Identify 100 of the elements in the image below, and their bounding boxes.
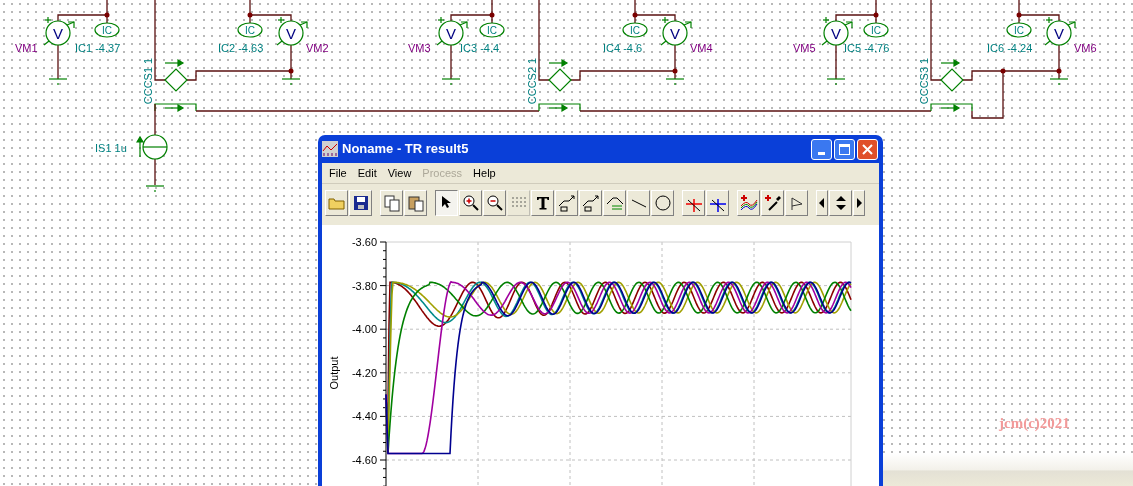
sense-branch (538, 103, 581, 112)
arrow-mark (940, 103, 961, 113)
ammeter-letters: IC (102, 25, 112, 36)
ammeter-label: IC4 -4.6 (603, 42, 643, 54)
meter-label: VM5 (793, 42, 816, 54)
paste-icon (406, 193, 425, 212)
voltmeter-symbol (660, 16, 692, 46)
menu-item[interactable]: File (324, 164, 352, 182)
zoom-in-icon (461, 193, 480, 212)
copy-icon (382, 193, 401, 212)
minimize-icon (818, 151, 825, 155)
ammeter-letters: IC (245, 25, 255, 36)
ammeter-symbol (237, 22, 263, 38)
ground-symbol (145, 185, 165, 193)
maximize-button[interactable] (834, 138, 855, 160)
ammeter-symbol (94, 22, 120, 38)
ammeter-letters: IC (1014, 25, 1024, 36)
y-tick-label: -4.00 (351, 323, 377, 336)
y-tick-label: -4.20 (351, 366, 377, 379)
arrow-mark (940, 58, 961, 68)
y-tick-label: -4.40 (351, 410, 377, 423)
add-curves-icon (739, 193, 758, 212)
junction-dot (104, 12, 110, 18)
app-icon (322, 141, 338, 157)
arrow-mark (548, 103, 569, 113)
meter-label: VM4 (690, 42, 713, 54)
ammeter-symbol (1006, 22, 1032, 38)
current-source-symbol (164, 68, 188, 92)
source-label: CCCS3 1 (918, 57, 930, 105)
arrow-mark (164, 103, 185, 113)
meter-label: VM1 (15, 42, 38, 54)
current-source-symbol (940, 68, 964, 92)
arrow-mark (548, 58, 569, 68)
voltmeter-letter: V (670, 25, 680, 42)
y-tick-label: -3.80 (351, 279, 377, 292)
ground-symbol (1049, 78, 1069, 86)
junction-dot (288, 68, 294, 74)
ground-symbol (441, 78, 461, 86)
ammeter-letters: IC (630, 25, 640, 36)
circle-icon (653, 193, 672, 212)
toolbar-button[interactable] (435, 189, 458, 216)
ammeter-label: IC1 -4.37 (75, 42, 121, 54)
current-source-symbol (548, 68, 572, 92)
arrow-mark (164, 58, 185, 68)
junction-dot (489, 12, 495, 18)
voltmeter-letter: V (53, 25, 63, 42)
junction-dot (1056, 68, 1062, 74)
ground-symbol (48, 78, 68, 86)
zoom-out-icon (485, 193, 504, 212)
sense-branch (930, 103, 973, 112)
ground-symbol (826, 78, 846, 86)
meter-label: VM2 (306, 42, 329, 54)
ammeter-symbol (622, 22, 648, 38)
junction-dot (672, 68, 678, 74)
voltmeter-letter: V (1054, 25, 1064, 42)
close-button[interactable] (857, 138, 878, 160)
voltmeter-letter: V (446, 25, 456, 42)
voltmeter-symbol (1044, 16, 1076, 46)
menu-item[interactable]: Edit (352, 164, 382, 182)
junction-dot (632, 12, 638, 18)
close-icon (862, 143, 873, 155)
current-source-symbol (142, 134, 168, 160)
minimize-button[interactable] (811, 138, 832, 160)
junction-dot (247, 12, 253, 18)
grid-icon (511, 197, 526, 208)
ammeter-symbol (479, 22, 505, 38)
voltmeter-symbol (276, 16, 308, 46)
ammeter-label: IC2 -4.63 (218, 42, 264, 54)
label-arrow-icon (581, 193, 600, 212)
y-tick-label: -4.60 (351, 454, 377, 466)
voltmeter-letter: V (286, 25, 296, 42)
pointer-icon (442, 196, 451, 209)
voltmeter-symbol (436, 16, 468, 46)
junction-dot (873, 12, 879, 18)
menu-item[interactable]: View (382, 164, 417, 182)
ammeter-label: IC3 -4.4 (460, 42, 500, 54)
ammeter-label: IC5 -4.76 (844, 42, 890, 54)
eyedropper-icon (763, 193, 782, 212)
voltmeter-symbol (43, 16, 75, 46)
junction-dot (1016, 12, 1022, 18)
y-axis-label: Output (328, 356, 340, 390)
junction-dot (1000, 68, 1006, 74)
ammeter-symbol (863, 22, 889, 38)
y-tick-label: -3.60 (351, 236, 377, 248)
source-label: CCCS2 1 (526, 57, 538, 105)
ammeter-letters: IC (487, 25, 497, 36)
meter-label: VM6 (1074, 42, 1097, 54)
voltmeter-symbol (821, 16, 853, 46)
ground-symbol (665, 78, 685, 86)
copyright-text: jcm(c)2021 (999, 414, 1070, 433)
source-label: CCCS1 1 (142, 57, 154, 105)
ammeter-label: IC6 -4.24 (987, 42, 1033, 54)
meter-label: VM3 (408, 42, 431, 54)
source-label: IS1 1u (95, 142, 127, 154)
sense-branch (154, 103, 197, 112)
window-title: Noname - TR result5 (342, 140, 469, 159)
label-arrow-icon (557, 193, 576, 212)
ground-symbol (281, 78, 301, 86)
menu-item[interactable]: Help (468, 164, 501, 182)
up-arrow-mark (135, 135, 145, 158)
